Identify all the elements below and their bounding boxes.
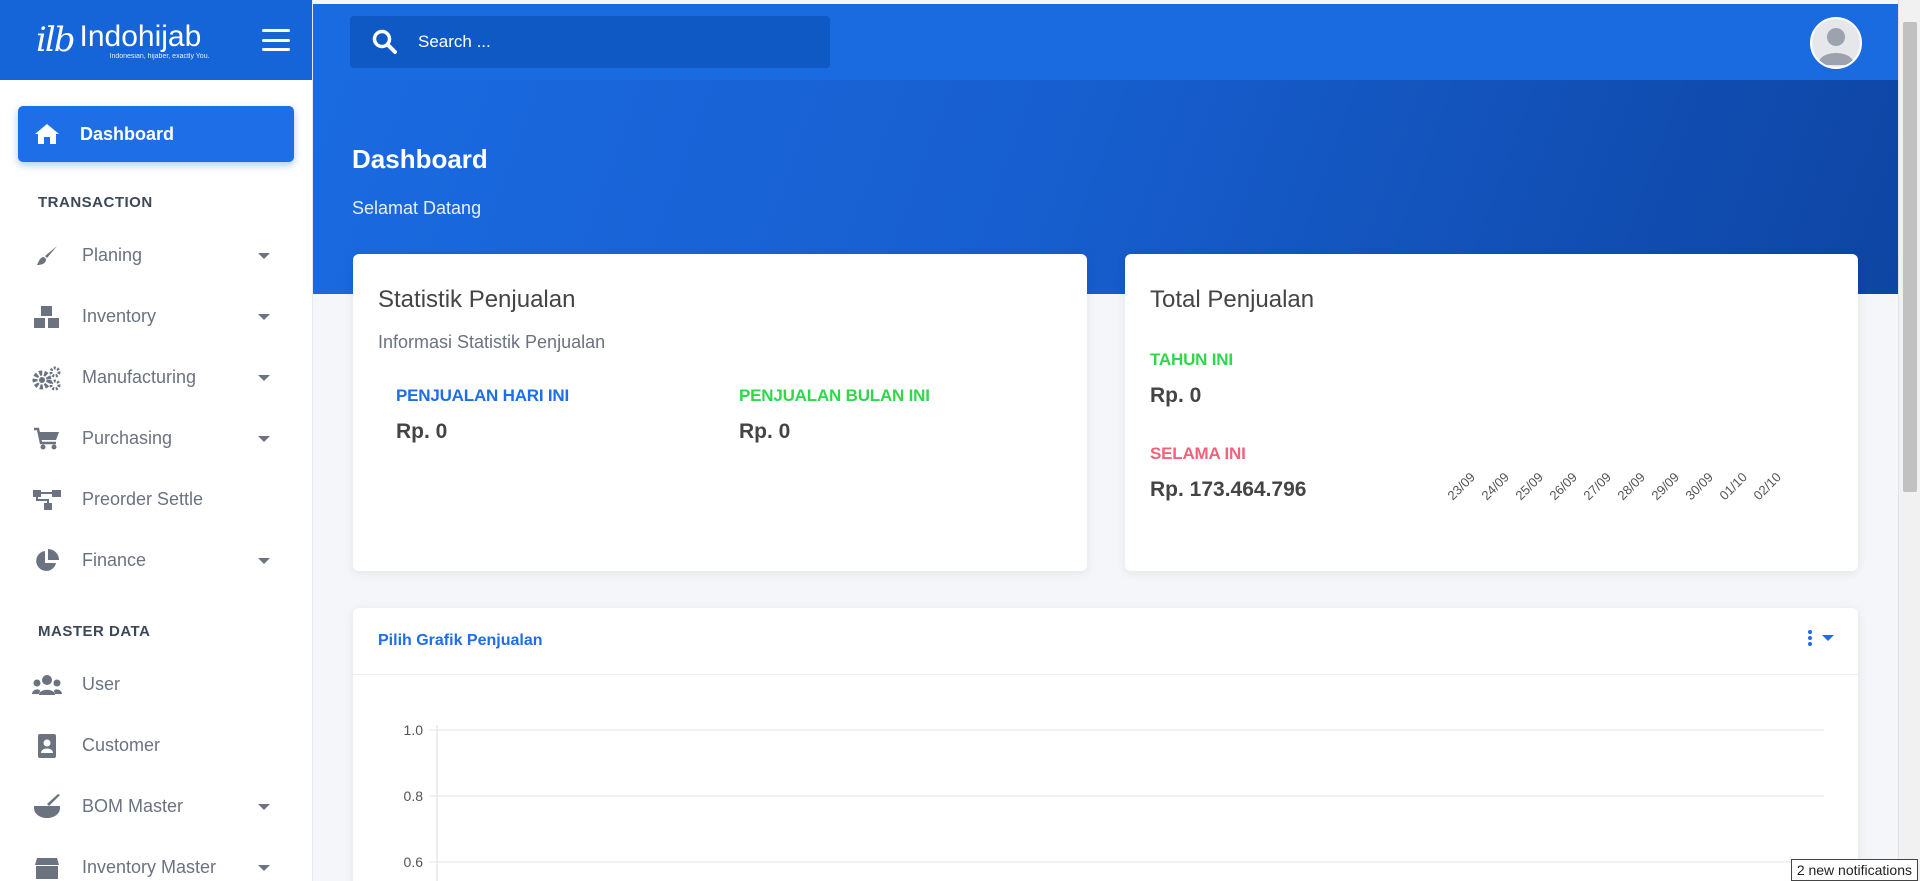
- sidebar-nav: Dashboard TRANSACTION Planing Inventory: [0, 80, 312, 881]
- chevron-down-icon: [258, 864, 270, 871]
- users-icon: [32, 672, 62, 698]
- chart-options-menu[interactable]: [1808, 630, 1834, 646]
- sidebar-item-manufacturing[interactable]: Manufacturing: [18, 347, 294, 408]
- this-year-value: Rp. 0: [1150, 384, 1202, 407]
- card-title: Total Penjualan: [1150, 286, 1315, 313]
- sales-line-chart: 1.0 0.8 0.6: [404, 722, 1824, 881]
- y-tick-label: 0.8: [404, 788, 424, 804]
- notification-toast[interactable]: 2 new notifications: [1790, 859, 1918, 881]
- sitemap-icon: [32, 487, 62, 513]
- boxes-icon: [32, 304, 62, 330]
- menu-toggle-icon[interactable]: [262, 29, 290, 51]
- sidebar-item-label: Purchasing: [82, 428, 173, 448]
- chevron-down-icon: [258, 803, 270, 810]
- chevron-down-icon: [258, 252, 270, 259]
- address-book-icon: [32, 733, 62, 759]
- all-time-value: Rp. 173.464.796: [1150, 478, 1307, 501]
- month-sales-value: Rp. 0: [739, 420, 791, 443]
- page-subtitle: Selamat Datang: [352, 198, 482, 218]
- brand-tagline: Indonesian, hijaber, exactly You.: [109, 52, 210, 60]
- search-icon: [372, 29, 397, 54]
- sidebar-item-purchasing[interactable]: Purchasing: [18, 408, 294, 469]
- chevron-down-icon: [1822, 635, 1834, 641]
- chevron-down-icon: [258, 313, 270, 320]
- top-navbar: [313, 4, 1898, 80]
- y-tick-label: 0.6: [404, 854, 424, 870]
- section-title-transaction: TRANSACTION: [38, 194, 153, 211]
- home-icon: [32, 121, 62, 147]
- box-icon: [32, 855, 62, 881]
- sparkline-date-labels: 23/09 24/09 25/09 26/09 27/09 28/09 29/09 30/09…: [1444, 469, 1835, 518]
- pie-chart-icon: [32, 548, 62, 574]
- date-label: 25/09: [1512, 469, 1547, 503]
- search-input[interactable]: [418, 32, 798, 52]
- total-sales-card: Total Penjualan TAHUN INI Rp. 0 SELAMA I…: [1125, 254, 1858, 571]
- user-avatar-icon: [1818, 28, 1854, 65]
- sidebar-item-label: Finance: [82, 550, 147, 570]
- brand-bar: ilb Indohijab Indonesian, hijaber, exact…: [0, 0, 312, 80]
- this-year-label: TAHUN INI: [1150, 350, 1233, 369]
- sidebar-item-planing[interactable]: Planing: [18, 225, 294, 286]
- sidebar-item-bom-master[interactable]: BOM Master: [18, 776, 294, 837]
- date-label: 02/10: [1750, 469, 1785, 503]
- date-label: 27/09: [1580, 469, 1615, 503]
- brush-icon: [32, 243, 62, 269]
- vertical-dots-icon: [1808, 630, 1812, 646]
- sidebar-item-label: Dashboard: [80, 123, 175, 144]
- sidebar-item-finance[interactable]: Finance: [18, 530, 294, 591]
- sales-statistics-card: Statistik Penjualan Informasi Statistik …: [353, 254, 1087, 571]
- y-tick-label: 1.0: [404, 722, 424, 738]
- sidebar-item-label: Manufacturing: [82, 367, 197, 387]
- date-label: 28/09: [1614, 469, 1649, 503]
- sidebar-item-label: User: [82, 674, 121, 694]
- today-sales-label: PENJUALAN HARI INI: [396, 386, 570, 405]
- sidebar-item-preorder-settle[interactable]: Preorder Settle: [18, 469, 294, 530]
- date-label: 30/09: [1682, 469, 1717, 503]
- date-label: 24/09: [1478, 469, 1513, 503]
- month-sales-label: PENJUALAN BULAN INI: [739, 386, 930, 405]
- sidebar-item-label: Inventory: [82, 306, 157, 326]
- sidebar-item-inventory-master[interactable]: Inventory Master: [18, 837, 294, 881]
- sidebar-item-user[interactable]: User: [18, 654, 294, 715]
- mortar-pestle-icon: [32, 793, 62, 820]
- section-title-master-data: MASTER DATA: [38, 623, 151, 640]
- card-title: Statistik Penjualan: [378, 286, 576, 313]
- chevron-down-icon: [258, 557, 270, 564]
- chart-card-header: Pilih Grafik Penjualan: [353, 608, 1858, 675]
- date-label: 01/10: [1716, 469, 1751, 503]
- card-subtitle: Informasi Statistik Penjualan: [378, 332, 606, 352]
- sidebar-item-customer[interactable]: Customer: [18, 715, 294, 776]
- chevron-down-icon: [258, 374, 270, 381]
- date-label: 23/09: [1444, 469, 1479, 503]
- sidebar-item-label: BOM Master: [82, 796, 184, 816]
- chevron-down-icon: [258, 435, 270, 442]
- sidebar-item-dashboard[interactable]: Dashboard: [18, 106, 294, 162]
- today-sales-value: Rp. 0: [396, 420, 448, 443]
- gears-icon: [32, 365, 62, 391]
- date-label: 26/09: [1546, 469, 1581, 503]
- sidebar-item-label: Customer: [82, 735, 161, 755]
- sidebar-item-label: Preorder Settle: [82, 489, 204, 509]
- brand-logo[interactable]: ilb Indohijab Indonesian, hijaber, exact…: [36, 20, 210, 60]
- logo-mark: ilb: [36, 20, 75, 60]
- sidebar-item-label: Planing: [82, 245, 143, 265]
- chart-selector-title[interactable]: Pilih Grafik Penjualan: [378, 632, 543, 650]
- page-title: Dashboard: [352, 144, 488, 174]
- all-time-label: SELAMA INI: [1150, 444, 1246, 463]
- page-scrollbar[interactable]: [1898, 0, 1920, 881]
- scrollbar-thumb[interactable]: [1903, 22, 1917, 492]
- brand-name: Indohijab: [79, 19, 202, 53]
- cart-icon: [32, 426, 62, 452]
- avatar[interactable]: [1810, 17, 1862, 69]
- sales-chart-card: Pilih Grafik Penjualan 1.0 0.8 0.6: [353, 608, 1858, 881]
- date-label: 29/09: [1648, 469, 1683, 503]
- sidebar-item-inventory[interactable]: Inventory: [18, 286, 294, 347]
- search-box[interactable]: [350, 16, 830, 68]
- sidebar-item-label: Inventory Master: [82, 857, 217, 877]
- sidebar: ilb Indohijab Indonesian, hijaber, exact…: [0, 0, 313, 881]
